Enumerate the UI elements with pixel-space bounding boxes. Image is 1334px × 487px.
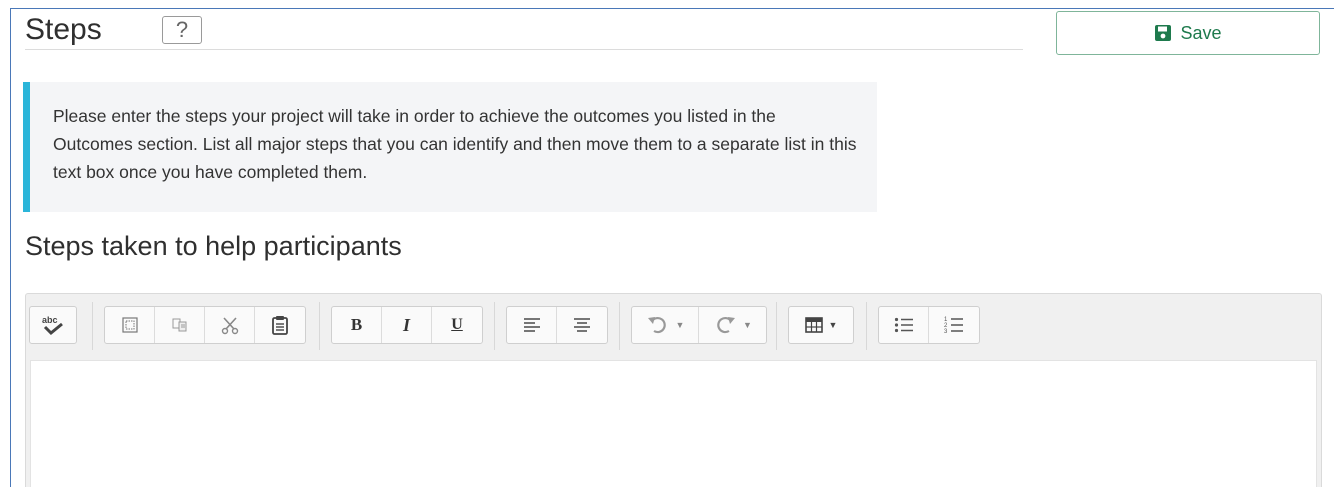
svg-text:3: 3	[944, 329, 948, 334]
rich-text-editor: abc B I U ▼ ▼ ▼ 1 2 3	[25, 293, 1322, 487]
align-group	[506, 306, 608, 344]
table-icon[interactable]: ▼	[789, 307, 853, 343]
align-left-icon[interactable]	[507, 307, 557, 343]
instructions-panel: Please enter the steps your project will…	[23, 82, 877, 212]
spellcheck-icon[interactable]: abc	[30, 307, 76, 343]
svg-text:abc: abc	[42, 315, 58, 325]
cut-icon[interactable]	[205, 307, 255, 343]
insert-group: ▼	[788, 306, 854, 344]
maximize-icon[interactable]	[105, 307, 155, 343]
toolbar-separator	[92, 302, 93, 350]
undo-icon[interactable]: ▼	[632, 307, 699, 343]
floppy-disk-icon	[1154, 24, 1172, 42]
history-group: ▼ ▼	[631, 306, 767, 344]
toolbar-separator	[776, 302, 777, 350]
format-group: B I U	[331, 306, 483, 344]
save-button-label: Save	[1180, 22, 1222, 43]
title-divider	[25, 49, 1023, 50]
align-center-icon[interactable]	[557, 307, 607, 343]
numbered-list-icon[interactable]: 1 2 3	[929, 307, 979, 343]
editor-text-area[interactable]	[30, 360, 1317, 487]
italic-button[interactable]: I	[382, 307, 432, 343]
toolbar-separator	[619, 302, 620, 350]
spellcheck-group: abc	[29, 306, 77, 344]
paste-icon[interactable]	[255, 307, 305, 343]
underline-button[interactable]: U	[432, 307, 482, 343]
bullet-list-icon[interactable]	[879, 307, 929, 343]
instructions-text: Please enter the steps your project will…	[53, 106, 857, 182]
list-group: 1 2 3	[878, 306, 980, 344]
toolbar-separator	[319, 302, 320, 350]
editor-toolbar: abc B I U ▼ ▼ ▼ 1 2 3	[26, 294, 1321, 360]
help-button[interactable]: ?	[162, 16, 202, 44]
clipboard-group	[104, 306, 306, 344]
toolbar-separator	[494, 302, 495, 350]
field-label: Steps taken to help participants	[25, 231, 402, 261]
copy-icon[interactable]	[155, 307, 205, 343]
redo-icon[interactable]: ▼	[699, 307, 766, 343]
frame-border-top	[10, 8, 1334, 9]
chevron-down-icon: ▼	[675, 320, 685, 330]
toolbar-separator	[866, 302, 867, 350]
bold-button[interactable]: B	[332, 307, 382, 343]
frame-border-left	[10, 8, 11, 487]
chevron-down-icon: ▼	[828, 320, 838, 330]
section-title: Steps	[25, 13, 102, 46]
chevron-down-icon: ▼	[743, 320, 752, 330]
save-button[interactable]: Save	[1056, 11, 1320, 55]
